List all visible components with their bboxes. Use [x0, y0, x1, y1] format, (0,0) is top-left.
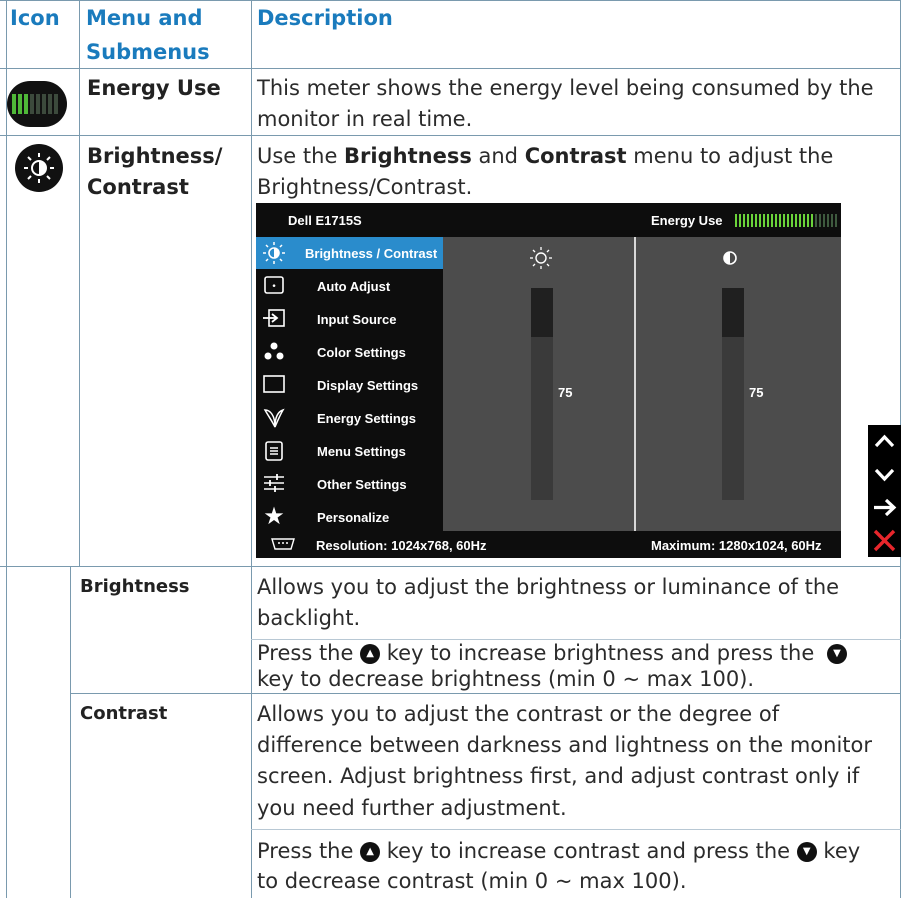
contrast-press-line1: Press the ▲ key to increase contrast and… — [257, 836, 860, 866]
osd-contrast-value: 75 — [749, 385, 764, 400]
vga-icon — [270, 537, 296, 556]
color-settings-icon — [262, 341, 286, 363]
table-top-border — [0, 0, 901, 1]
osd-brightness-value: 75 — [558, 385, 573, 400]
desc-text: Use the — [257, 144, 345, 168]
energy-meter-icon — [7, 81, 67, 127]
up-icon[interactable] — [868, 425, 901, 458]
osd-menu-item-input-source[interactable]: Input Source — [256, 303, 443, 335]
osd-menu-screenshot: Dell E1715S Energy Use Brightness / Cont… — [256, 203, 841, 558]
column-divider — [251, 0, 252, 898]
osd-menu-item-brightness-contrast[interactable]: Brightness / Contrast — [256, 237, 443, 269]
header-menu: Menu and — [86, 6, 203, 30]
contrast-desc-line2: difference between darkness and lightnes… — [257, 733, 873, 757]
osd-contrast-slider[interactable] — [722, 288, 744, 500]
menu-settings-icon — [262, 440, 286, 462]
desc-text: and — [471, 144, 525, 168]
header-icon: Icon — [10, 6, 60, 30]
energy-desc-line2: monitor in real time. — [257, 107, 473, 131]
row-divider — [0, 135, 901, 136]
desc-text: menu to adjust the — [626, 144, 834, 168]
osd-contrast-slider-remaining — [722, 288, 744, 337]
contrast-press-line2: to decrease contrast (min 0 ~ max 100). — [257, 869, 687, 893]
contrast-label: Contrast — [80, 703, 168, 724]
osd-menu-label: Input Source — [317, 312, 397, 327]
press-text: key to increase contrast and press the — [380, 839, 797, 863]
osd-menu-item-menu-settings[interactable]: Menu Settings — [256, 435, 443, 467]
brightness-press-line2: key to decrease brightness (min 0 ~ max … — [257, 667, 755, 691]
osd-brightness-symbol-icon — [529, 246, 553, 275]
table-left-border — [6, 0, 7, 898]
brightness-label: Brightness — [80, 576, 190, 597]
press-text: Press the — [257, 839, 361, 863]
press-text: key to increase brightness and press the — [380, 641, 821, 665]
brightness-icon — [262, 242, 286, 264]
desc-bold-brightness: Brightness — [344, 144, 472, 168]
input-source-icon — [262, 308, 286, 330]
osd-menu-label: Energy Settings — [317, 411, 416, 426]
osd-bottom-bar: Resolution: 1024x768, 60Hz Maximum: 1280… — [256, 531, 841, 558]
header-description: Description — [257, 6, 393, 30]
osd-maximum: Maximum: 1280x1024, 60Hz — [651, 538, 822, 553]
brightness-desc-line1: Allows you to adjust the brightness or l… — [257, 575, 840, 599]
osd-menu-item-color-settings[interactable]: Color Settings — [256, 336, 443, 368]
brightness-contrast-desc-line2: Brightness/Contrast. — [257, 175, 473, 199]
osd-energy-label: Energy Use — [651, 213, 723, 228]
osd-menu-label: Other Settings — [317, 477, 407, 492]
down-key-icon: ▼ — [826, 644, 847, 664]
down-icon[interactable] — [868, 458, 901, 491]
brightness-contrast-label-line1: Brightness/ — [87, 144, 223, 168]
contrast-desc-line4: you need further adjustment. — [257, 796, 567, 820]
osd-model-name: Dell E1715S — [288, 213, 362, 228]
energy-use-label: Energy Use — [87, 76, 221, 100]
up-key-icon: ▲ — [360, 842, 381, 862]
osd-menu-list: Brightness / Contrast • Auto Adjust Inpu… — [256, 237, 443, 531]
header-divider — [0, 68, 901, 69]
auto-adjust-icon: • — [262, 275, 286, 297]
osd-menu-label: Menu Settings — [317, 444, 406, 459]
column-divider — [79, 0, 80, 566]
column-divider — [70, 566, 71, 898]
svg-text:•: • — [271, 282, 276, 292]
osd-menu-label: Color Settings — [317, 345, 406, 360]
personalize-icon: ★ — [263, 503, 285, 530]
display-settings-icon — [262, 374, 286, 396]
osd-menu-item-personalize[interactable]: ★ Personalize — [256, 501, 443, 533]
header-submenus: Submenus — [86, 40, 210, 64]
osd-menu-label: Auto Adjust — [317, 279, 391, 294]
sub-divider — [251, 829, 901, 830]
close-icon[interactable] — [868, 524, 901, 557]
osd-brightness-slider[interactable] — [531, 288, 553, 500]
osd-menu-item-display-settings[interactable]: Display Settings — [256, 369, 443, 401]
press-text: Press the — [257, 641, 361, 665]
osd-panel-divider — [634, 237, 636, 531]
brightness-desc-line2: backlight. — [257, 606, 361, 630]
osd-resolution: Resolution: 1024x768, 60Hz — [316, 538, 487, 553]
osd-menu-item-auto-adjust[interactable]: • Auto Adjust — [256, 270, 443, 302]
osd-top-bar: Dell E1715S Energy Use — [256, 203, 841, 237]
up-key-icon: ▲ — [360, 644, 381, 664]
osd-menu-item-other-settings[interactable]: Other Settings — [256, 468, 443, 500]
enter-icon[interactable] — [868, 491, 901, 524]
osd-contrast-symbol-icon — [722, 250, 738, 271]
brightness-contrast-label-line2: Contrast — [87, 175, 189, 199]
energy-settings-icon — [262, 407, 286, 429]
osd-energy-meter — [735, 214, 839, 232]
osd-menu-label: Personalize — [317, 510, 390, 525]
row-divider — [0, 566, 901, 567]
down-key-icon: ▼ — [796, 842, 817, 862]
osd-menu-item-energy-settings[interactable]: Energy Settings — [256, 402, 443, 434]
osd-brightness-slider-remaining — [531, 288, 553, 337]
osd-menu-label: Display Settings — [317, 378, 419, 393]
other-settings-icon — [262, 473, 286, 495]
brightness-contrast-icon — [15, 144, 63, 192]
press-text: key — [816, 839, 861, 863]
desc-bold-contrast: Contrast — [524, 144, 627, 168]
brightness-contrast-desc-line1: Use the Brightness and Contrast menu to … — [257, 141, 833, 171]
osd-menu-label: Brightness / Contrast — [305, 246, 438, 261]
energy-desc-line1: This meter shows the energy level being … — [257, 76, 874, 100]
contrast-desc-line1: Allows you to adjust the contrast or the… — [257, 702, 780, 726]
contrast-desc-line3: screen. Adjust brightness first, and adj… — [257, 764, 860, 788]
